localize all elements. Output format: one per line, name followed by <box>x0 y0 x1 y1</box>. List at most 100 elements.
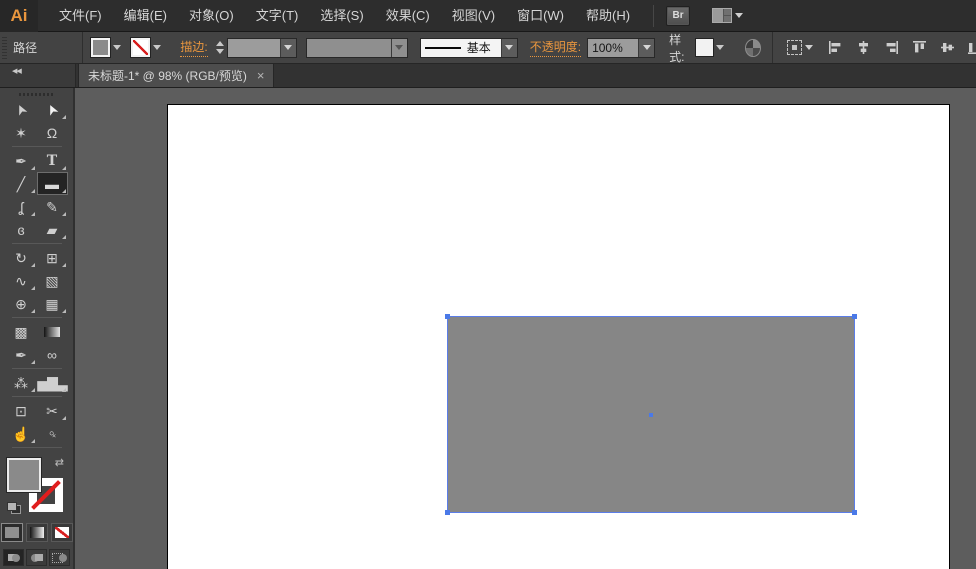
column-graph-tool[interactable]: ▅▇▃ <box>37 371 68 394</box>
hand-tool[interactable]: ☝ <box>6 422 37 445</box>
selected-rectangle[interactable] <box>445 314 857 515</box>
menu-help[interactable]: 帮助(H) <box>575 0 641 32</box>
width-tool[interactable]: ∿ <box>6 269 37 292</box>
paintbrush-tool[interactable]: ʆ <box>6 195 37 218</box>
selection-handle-top-left[interactable] <box>445 314 450 319</box>
panel-grip[interactable] <box>2 36 8 59</box>
shape-builder-tool-icon: ⊕ <box>15 295 27 312</box>
width-profile-combo[interactable] <box>305 37 408 58</box>
eraser-tool[interactable]: ▰ <box>37 218 68 241</box>
eyedropper-tool[interactable]: ✒ <box>6 343 37 366</box>
pen-tool[interactable]: ✒ <box>6 149 37 172</box>
canvas[interactable] <box>75 88 976 569</box>
blob-brush-tool[interactable]: ɞ <box>6 218 37 241</box>
menu-window[interactable]: 窗口(W) <box>506 0 575 32</box>
draw-normal-button[interactable] <box>3 549 24 566</box>
menu-edit[interactable]: 编辑(E) <box>113 0 178 32</box>
opacity-combo[interactable]: 100% <box>587 37 656 58</box>
gradient-tool[interactable] <box>37 320 68 343</box>
close-icon[interactable]: × <box>257 69 265 82</box>
fill-indicator[interactable] <box>7 458 41 492</box>
workspace-switcher[interactable] <box>712 8 744 23</box>
chevron-down-icon <box>113 45 122 50</box>
align-top-button[interactable] <box>912 40 927 55</box>
stroke-panel-link[interactable]: 描边: <box>180 38 208 57</box>
none-button[interactable] <box>50 523 73 542</box>
direct-selection-tool-icon: ➤ <box>42 100 62 119</box>
align-right-button[interactable] <box>884 40 899 55</box>
mesh-tool[interactable]: ▩ <box>6 320 37 343</box>
lasso-tool[interactable]: Ω <box>37 121 68 144</box>
stroke-weight-dropdown[interactable] <box>279 38 296 57</box>
menu-select[interactable]: 选择(S) <box>309 0 374 32</box>
menu-view[interactable]: 视图(V) <box>441 0 506 32</box>
pencil-tool[interactable]: ✎ <box>37 195 68 218</box>
recolor-artwork-icon[interactable] <box>745 38 762 57</box>
gradient-button[interactable] <box>25 523 48 542</box>
artboard[interactable] <box>167 104 950 569</box>
draw-inside-button[interactable] <box>49 549 70 566</box>
type-tool[interactable]: T <box>37 149 68 172</box>
rectangle-tool[interactable]: ▬ <box>36 172 68 195</box>
panel-grip[interactable] <box>18 92 55 97</box>
bridge-button[interactable]: Br <box>666 5 691 26</box>
stroke-weight-combo[interactable] <box>226 37 297 58</box>
selection-center-point[interactable] <box>649 412 653 417</box>
document-tab[interactable]: 未标题-1* @ 98% (RGB/预览) × <box>78 64 275 87</box>
stroke-weight-field[interactable] <box>227 38 280 57</box>
line-segment-tool[interactable]: ╱ <box>6 172 37 195</box>
blend-tool[interactable]: ∞ <box>37 343 68 366</box>
draw-behind-button[interactable] <box>26 549 47 566</box>
opacity-value-field[interactable]: 100% <box>588 38 639 57</box>
stroke-weight-stepper[interactable] <box>215 41 224 54</box>
zoom-tool[interactable]: ♀ <box>37 422 68 445</box>
width-profile-dropdown[interactable] <box>390 38 407 57</box>
brush-definition-dropdown[interactable] <box>500 38 517 57</box>
transform-menu[interactable] <box>787 40 813 55</box>
default-fill-stroke-icon[interactable] <box>7 502 21 514</box>
toolbar-collapse-button[interactable]: ◀◀ <box>0 64 76 87</box>
align-hcenter-button[interactable] <box>856 40 871 55</box>
fill-color-dropdown[interactable] <box>110 37 124 58</box>
scale-tool[interactable]: ⊞ <box>37 246 68 269</box>
style-dropdown[interactable] <box>713 37 727 58</box>
stroke-color-swatch[interactable] <box>130 37 152 58</box>
menu-file[interactable]: 文件(F) <box>48 0 113 32</box>
selection-handle-top-right[interactable] <box>852 314 857 319</box>
opacity-panel-link[interactable]: 不透明度: <box>529 38 582 57</box>
menu-object[interactable]: 对象(O) <box>178 0 245 32</box>
stroke-color-dropdown[interactable] <box>150 37 164 58</box>
align-top-icon <box>913 41 926 53</box>
free-transform-tool[interactable]: ▧ <box>37 269 68 292</box>
swap-fill-stroke-icon[interactable]: ⇄ <box>55 458 64 469</box>
align-left-button[interactable] <box>828 40 843 55</box>
slice-tool[interactable]: ✂ <box>37 399 68 422</box>
drawing-mode-buttons <box>0 549 73 566</box>
menu-type[interactable]: 文字(T) <box>245 0 310 32</box>
perspective-grid-tool[interactable]: ▦ <box>37 292 68 315</box>
align-vcenter-button[interactable] <box>940 40 955 55</box>
selection-tool[interactable]: ➤ <box>6 98 37 121</box>
color-mode-buttons <box>0 523 73 542</box>
brush-definition-field[interactable]: 基本 <box>420 38 501 57</box>
align-bottom-button[interactable] <box>968 40 976 55</box>
document-tab-title: 未标题-1* @ 98% (RGB/预览) <box>88 69 247 83</box>
selection-handle-bottom-left[interactable] <box>445 510 450 515</box>
bounding-box-icon <box>787 40 802 55</box>
style-swatch[interactable] <box>695 38 715 57</box>
shape-builder-tool[interactable]: ⊕ <box>6 292 37 315</box>
blend-tool-icon: ∞ <box>47 346 57 363</box>
menu-effect[interactable]: 效果(C) <box>375 0 441 32</box>
symbol-sprayer-tool[interactable]: ⁂ <box>6 371 37 394</box>
selection-handle-bottom-right[interactable] <box>852 510 857 515</box>
rotate-tool[interactable]: ↻ <box>6 246 37 269</box>
width-profile-field[interactable] <box>306 38 391 57</box>
magic-wand-tool[interactable]: ✶ <box>6 121 37 144</box>
brush-definition-combo[interactable]: 基本 <box>419 37 518 58</box>
opacity-dropdown[interactable] <box>638 38 655 57</box>
color-button[interactable] <box>0 523 23 542</box>
direct-selection-tool[interactable]: ➤ <box>37 98 68 121</box>
zoom-tool-icon: ♀ <box>42 424 62 443</box>
artboard-tool[interactable]: ⊡ <box>6 399 37 422</box>
fill-color-swatch[interactable] <box>90 37 112 58</box>
